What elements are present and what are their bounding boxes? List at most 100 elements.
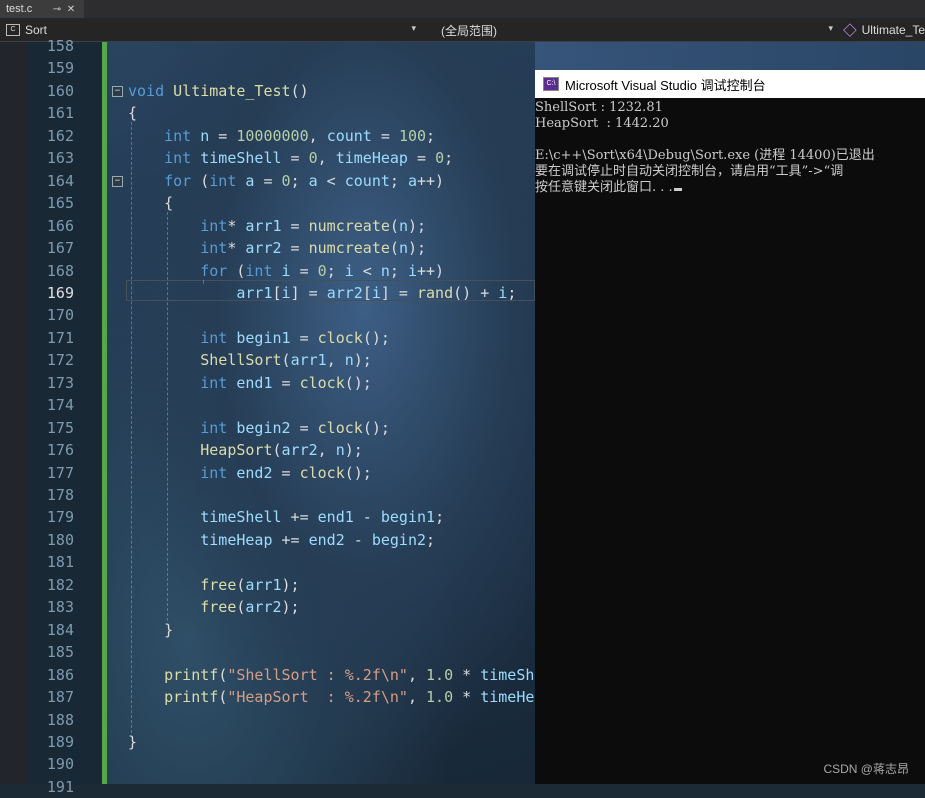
code-line[interactable]: 159 [0,57,535,80]
indent-guide [167,212,168,621]
code-line[interactable]: 170 [0,304,535,327]
fold-collapse-icon[interactable]: − [112,175,123,187]
code-line[interactable]: 181 [0,551,535,574]
line-number: 168 [46,261,74,280]
line-number: 170 [46,306,74,325]
code-line[interactable]: 176 HeapSort(arr2, n); [0,439,535,462]
code-line[interactable]: 177 int end2 = clock(); [0,462,535,485]
code-text: } [128,620,174,639]
code-line[interactable]: 191 [0,776,535,798]
pin-icon[interactable]: ⊸ [50,4,64,15]
line-number: 175 [46,418,74,437]
code-text: printf("HeapSort : %.2f\n", 1.0 * timeHe [164,688,535,707]
line-number: 190 [46,755,74,774]
code-text: int end1 = clock(); [200,373,372,392]
code-line[interactable]: 184 } [0,619,535,642]
code-line[interactable]: 185 [0,641,535,664]
line-number: 185 [46,643,74,662]
console-output-line: HeapSort : 1442.20 [535,116,669,131]
code-line[interactable]: 158 [0,35,535,58]
line-number: 174 [46,396,74,415]
code-text: HeapSort(arr2, n); [200,441,363,460]
code-line[interactable]: 168 for (int i = 0; i < n; i++) [0,260,535,283]
console-output-line: ShellSort : 1232.81 [535,100,663,115]
code-line[interactable]: 164 for (int a = 0; a < count; a++) [0,170,535,193]
code-text: ShellSort(arr1, n); [200,351,372,370]
line-number: 162 [46,126,74,145]
code-text: { [128,104,138,123]
watermark: CSDN @蒋志昂 [823,762,909,776]
line-number: 177 [46,463,74,482]
code-text: for (int i = 0; i < n; i++) [200,261,445,280]
code-text: timeShell += end1 - begin1; [200,508,445,527]
function-cube-icon [843,23,857,37]
line-number: 163 [46,149,74,168]
code-text: } [128,732,138,751]
line-number: 166 [46,216,74,235]
line-number: 167 [46,239,74,258]
code-text: int* arr1 = numcreate(n); [200,216,427,235]
code-line[interactable]: 165 { [0,192,535,215]
code-line[interactable]: 183 free(arr2); [0,596,535,619]
console-output: ShellSort : 1232.81 HeapSort : 1442.20 E:\… [535,100,925,196]
member-dropdown[interactable]: Ultimate_Te [840,21,925,39]
line-number: 172 [46,351,74,370]
line-number: 179 [46,508,74,527]
line-number: 182 [46,575,74,594]
member-label: Ultimate_Te [861,23,925,37]
line-number: 187 [46,688,74,707]
line-number: 186 [46,665,74,684]
code-line[interactable]: 188 [0,709,535,732]
line-number: 178 [46,486,74,504]
code-line[interactable]: 186 printf("ShellSort : %.2f\n", 1.0 * t… [0,664,535,687]
editor-background-right [535,42,925,70]
line-number: 180 [46,530,74,549]
chevron-down-icon: ▾ [828,23,833,33]
tab-test-c[interactable]: test.c ⊸ ✕ [0,0,84,18]
code-text: int n = 10000000, count = 100; [164,126,436,145]
code-text: int end2 = clock(); [200,463,372,482]
code-line[interactable]: 179 timeShell += end1 - begin1; [0,506,535,529]
line-number: 159 [46,59,74,78]
code-line[interactable]: 167 int* arr2 = numcreate(n); [0,237,535,260]
line-number: 160 [46,81,74,100]
code-line[interactable]: 162 int n = 10000000, count = 100; [0,125,535,148]
line-number: 176 [46,441,74,460]
code-line[interactable]: 163 int timeShell = 0, timeHeap = 0; [0,147,535,170]
indent-guide [203,279,204,284]
close-icon[interactable]: ✕ [64,4,78,15]
document-tab-bar: test.c ⊸ ✕ [0,0,925,18]
code-text: printf("ShellSort : %.2f\n", 1.0 * timeS… [164,665,535,684]
code-line[interactable]: 161 { [0,102,535,125]
code-line[interactable]: 171 int begin1 = clock(); [0,327,535,350]
code-line[interactable]: 175 int begin2 = clock(); [0,417,535,440]
line-number: 171 [46,328,74,347]
code-text: free(arr1); [200,575,300,594]
line-number: 169 [46,283,74,302]
code-text: void Ultimate_Test() [128,81,309,100]
fold-collapse-icon[interactable]: − [112,85,123,97]
debug-console-window[interactable]: C:\ Microsoft Visual Studio 调试控制台 ShellS… [535,70,925,784]
code-line[interactable]: 190 [0,753,535,776]
code-line[interactable]: 172 ShellSort(arr1, n); [0,349,535,372]
code-line[interactable]: 160 void Ultimate_Test() [0,80,535,103]
line-number: 184 [46,620,74,639]
code-line[interactable]: 174 [0,394,535,417]
console-output-line: E:\c++\Sort\x64\Debug\Sort.exe (进程 14400… [535,148,875,163]
code-line[interactable]: 189} [0,731,535,754]
console-output-line: 按任意键关闭此窗口. . . [535,180,925,196]
code-line[interactable]: 178 [0,484,535,507]
line-number: 164 [46,171,74,190]
code-line[interactable]: 182 free(arr1); [0,574,535,597]
code-line[interactable]: 166 int* arr1 = numcreate(n); [0,215,535,238]
line-number: 183 [46,598,74,617]
code-line[interactable]: 187 printf("HeapSort : %.2f\n", 1.0 * ti… [0,686,535,709]
code-line[interactable]: 173 int end1 = clock(); [0,372,535,395]
code-line[interactable]: 180 timeHeap += end2 - begin2; [0,529,535,552]
console-title: Microsoft Visual Studio 调试控制台 [565,77,766,93]
line-number: 189 [46,732,74,751]
code-text: for (int a = 0; a < count; a++) [164,171,445,190]
console-title-bar[interactable]: C:\ Microsoft Visual Studio 调试控制台 [535,70,925,98]
console-cursor [673,188,682,191]
line-number: 188 [46,710,74,729]
